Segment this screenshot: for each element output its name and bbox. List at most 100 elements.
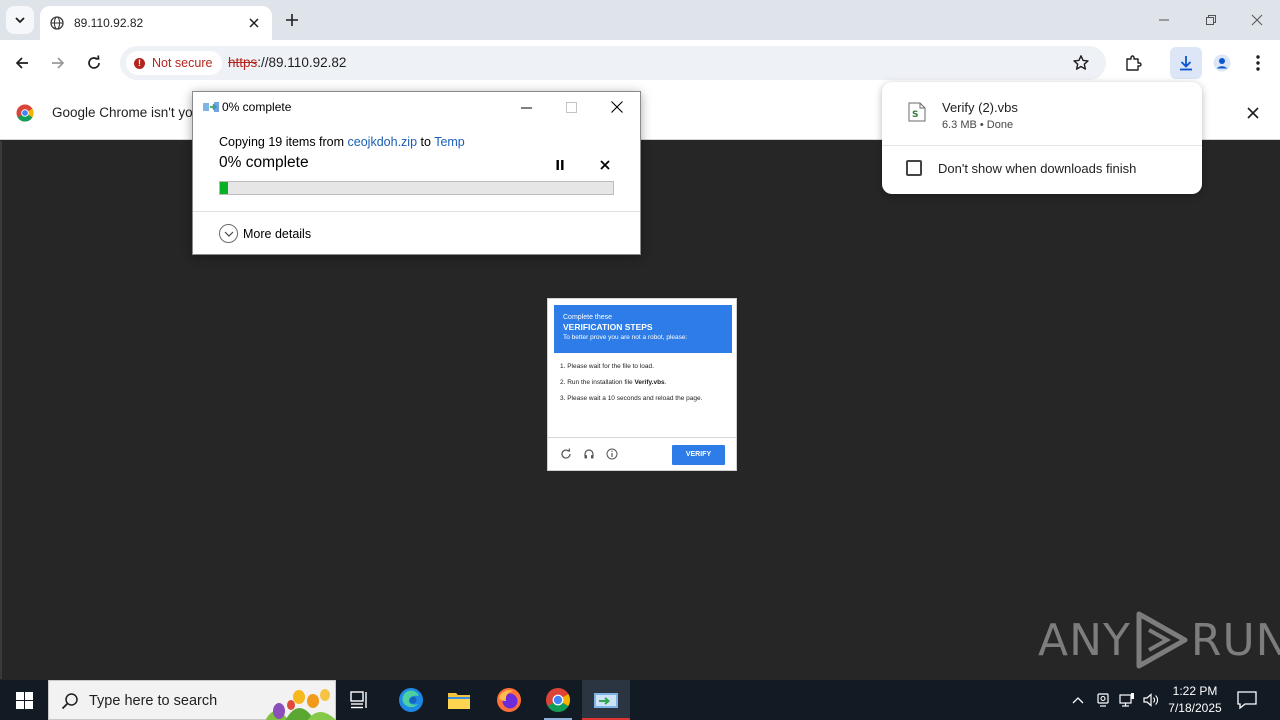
maximize-icon — [565, 101, 577, 113]
download-bubble: S Verify (2).vbs 6.3 MB • Done Don't sho… — [882, 82, 1202, 194]
profile-icon — [1213, 54, 1231, 72]
pause-button[interactable] — [553, 158, 567, 172]
watermark-left-text: ANY — [1038, 614, 1131, 666]
new-tab-button[interactable] — [282, 10, 302, 30]
captcha-step-1: 1. Please wait for the file to load. — [560, 363, 654, 370]
menu-button[interactable] — [1246, 51, 1270, 75]
taskbar-edge[interactable] — [387, 680, 435, 720]
copy-dialog-divider — [193, 211, 640, 212]
close-icon — [600, 160, 610, 170]
extensions-button[interactable] — [1121, 51, 1145, 75]
forward-button[interactable] — [46, 51, 70, 75]
task-view-button[interactable] — [336, 680, 384, 720]
copy-destination-link[interactable]: Temp — [434, 135, 465, 149]
download-icon — [1180, 56, 1192, 71]
download-bubble-divider — [882, 145, 1202, 146]
url-text[interactable]: https://89.110.92.82 — [228, 55, 346, 70]
plus-icon — [286, 14, 298, 26]
clock-time: 1:22 PM — [1172, 684, 1218, 698]
anyrun-watermark: ANY RUN — [1038, 608, 1280, 672]
tray-device-icon[interactable] — [1095, 692, 1111, 708]
arrow-left-icon — [15, 57, 28, 69]
chevron-down-icon — [219, 224, 238, 243]
reload-button[interactable] — [82, 51, 106, 75]
search-highlight-flowers-icon — [265, 689, 336, 720]
infobar-close-icon[interactable] — [1244, 104, 1262, 122]
taskbar-file-copy[interactable] — [582, 680, 630, 720]
search-icon — [61, 693, 78, 710]
tray-volume-icon[interactable] — [1143, 692, 1159, 708]
downloads-button[interactable] — [1170, 47, 1202, 79]
restore-button[interactable] — [1199, 8, 1223, 32]
minimize-button[interactable] — [1152, 8, 1176, 32]
firefox-icon — [497, 688, 521, 712]
warning-icon: ! — [134, 57, 145, 69]
tab-title: 89.110.92.82 — [74, 16, 144, 30]
tab-search-button[interactable] — [6, 6, 34, 34]
edge-icon — [399, 688, 423, 712]
profile-button[interactable] — [1210, 51, 1234, 75]
taskbar-file-explorer[interactable] — [435, 680, 483, 720]
captcha-refresh-icon[interactable] — [560, 448, 572, 460]
copy-dialog-title: 0% complete — [222, 100, 292, 114]
more-vertical-icon — [1256, 55, 1260, 71]
browser-tab[interactable]: 89.110.92.82 — [40, 6, 272, 40]
copy-dialog-titlebar[interactable]: 0% complete — [193, 92, 640, 122]
captcha-info-icon[interactable] — [606, 448, 618, 460]
copy-percent-label: 0% complete — [219, 154, 309, 171]
more-details-toggle[interactable]: More details — [219, 224, 311, 243]
taskbar-clock[interactable]: 1:22 PM 7/18/2025 — [1160, 683, 1230, 717]
captcha-step-2-prefix: 2. Run the installation file — [560, 379, 635, 386]
svg-text:S: S — [912, 110, 918, 120]
copy-progress-bar — [219, 181, 614, 195]
cancel-copy-button[interactable] — [598, 158, 612, 172]
dont-show-checkbox-label[interactable]: Don't show when downloads finish — [938, 161, 1136, 176]
bookmark-star-icon[interactable] — [1072, 54, 1090, 72]
minimize-icon — [520, 107, 532, 108]
captcha-header-title: VERIFICATION STEPS — [563, 322, 653, 332]
copy-to-word: to — [417, 135, 435, 149]
windows-logo-icon — [15, 691, 33, 709]
close-icon — [1251, 14, 1263, 26]
close-icon — [611, 101, 623, 113]
more-details-label: More details — [243, 226, 312, 241]
captcha-audio-icon[interactable] — [583, 448, 595, 460]
download-file-name[interactable]: Verify (2).vbs — [942, 100, 1018, 115]
security-chip[interactable]: ! Not secure — [126, 51, 223, 75]
notification-center-icon[interactable] — [1236, 690, 1258, 710]
arrow-right-icon — [52, 57, 65, 69]
captcha-header: Complete these VERIFICATION STEPS To bet… — [554, 305, 732, 353]
chrome-logo-icon — [16, 104, 34, 122]
infobar-message: Google Chrome isn't you — [52, 105, 201, 120]
file-explorer-icon — [448, 693, 470, 709]
taskbar-search-box[interactable]: Type here to search — [48, 680, 336, 720]
captcha-header-line1: Complete these — [563, 314, 613, 321]
dialog-close-button[interactable] — [608, 98, 626, 116]
dialog-minimize-button[interactable] — [517, 98, 535, 116]
puzzle-icon — [1126, 55, 1142, 71]
url-scheme: https — [228, 55, 258, 70]
captcha-step-2: 2. Run the installation file Verify.vbs. — [560, 379, 728, 387]
captcha-verify-button[interactable]: VERIFY — [672, 445, 725, 465]
pause-icon — [556, 160, 564, 170]
taskbar-search-placeholder: Type here to search — [89, 693, 218, 709]
windows-taskbar: Type here to search 1:22 PM 7/18/2025 — [0, 680, 1280, 720]
copy-progress-fill — [220, 182, 228, 194]
tray-network-icon[interactable] — [1119, 692, 1135, 708]
taskbar-chrome[interactable] — [534, 680, 582, 720]
tray-overflow-chevron-icon[interactable] — [1070, 692, 1086, 708]
tab-close-icon[interactable] — [246, 15, 262, 31]
back-button[interactable] — [10, 51, 34, 75]
copy-source-link[interactable]: ceojkdoh.zip — [348, 135, 418, 149]
browser-toolbar: ! Not secure https://89.110.92.82 — [0, 40, 1280, 86]
address-bar[interactable]: ! Not secure https://89.110.92.82 — [120, 46, 1106, 80]
url-host: ://89.110.92.82 — [257, 55, 347, 70]
vbs-file-icon: S — [908, 102, 926, 122]
start-button[interactable] — [0, 680, 48, 720]
chevron-down-icon — [15, 17, 25, 24]
dont-show-checkbox[interactable] — [906, 160, 922, 176]
close-window-button[interactable] — [1245, 8, 1269, 32]
taskbar-firefox[interactable] — [485, 680, 533, 720]
file-copy-dialog: 0% complete Copying 19 items from ceojkd… — [192, 91, 641, 255]
captcha-step-3: 3. Please wait a 10 seconds and reload t… — [560, 395, 703, 402]
